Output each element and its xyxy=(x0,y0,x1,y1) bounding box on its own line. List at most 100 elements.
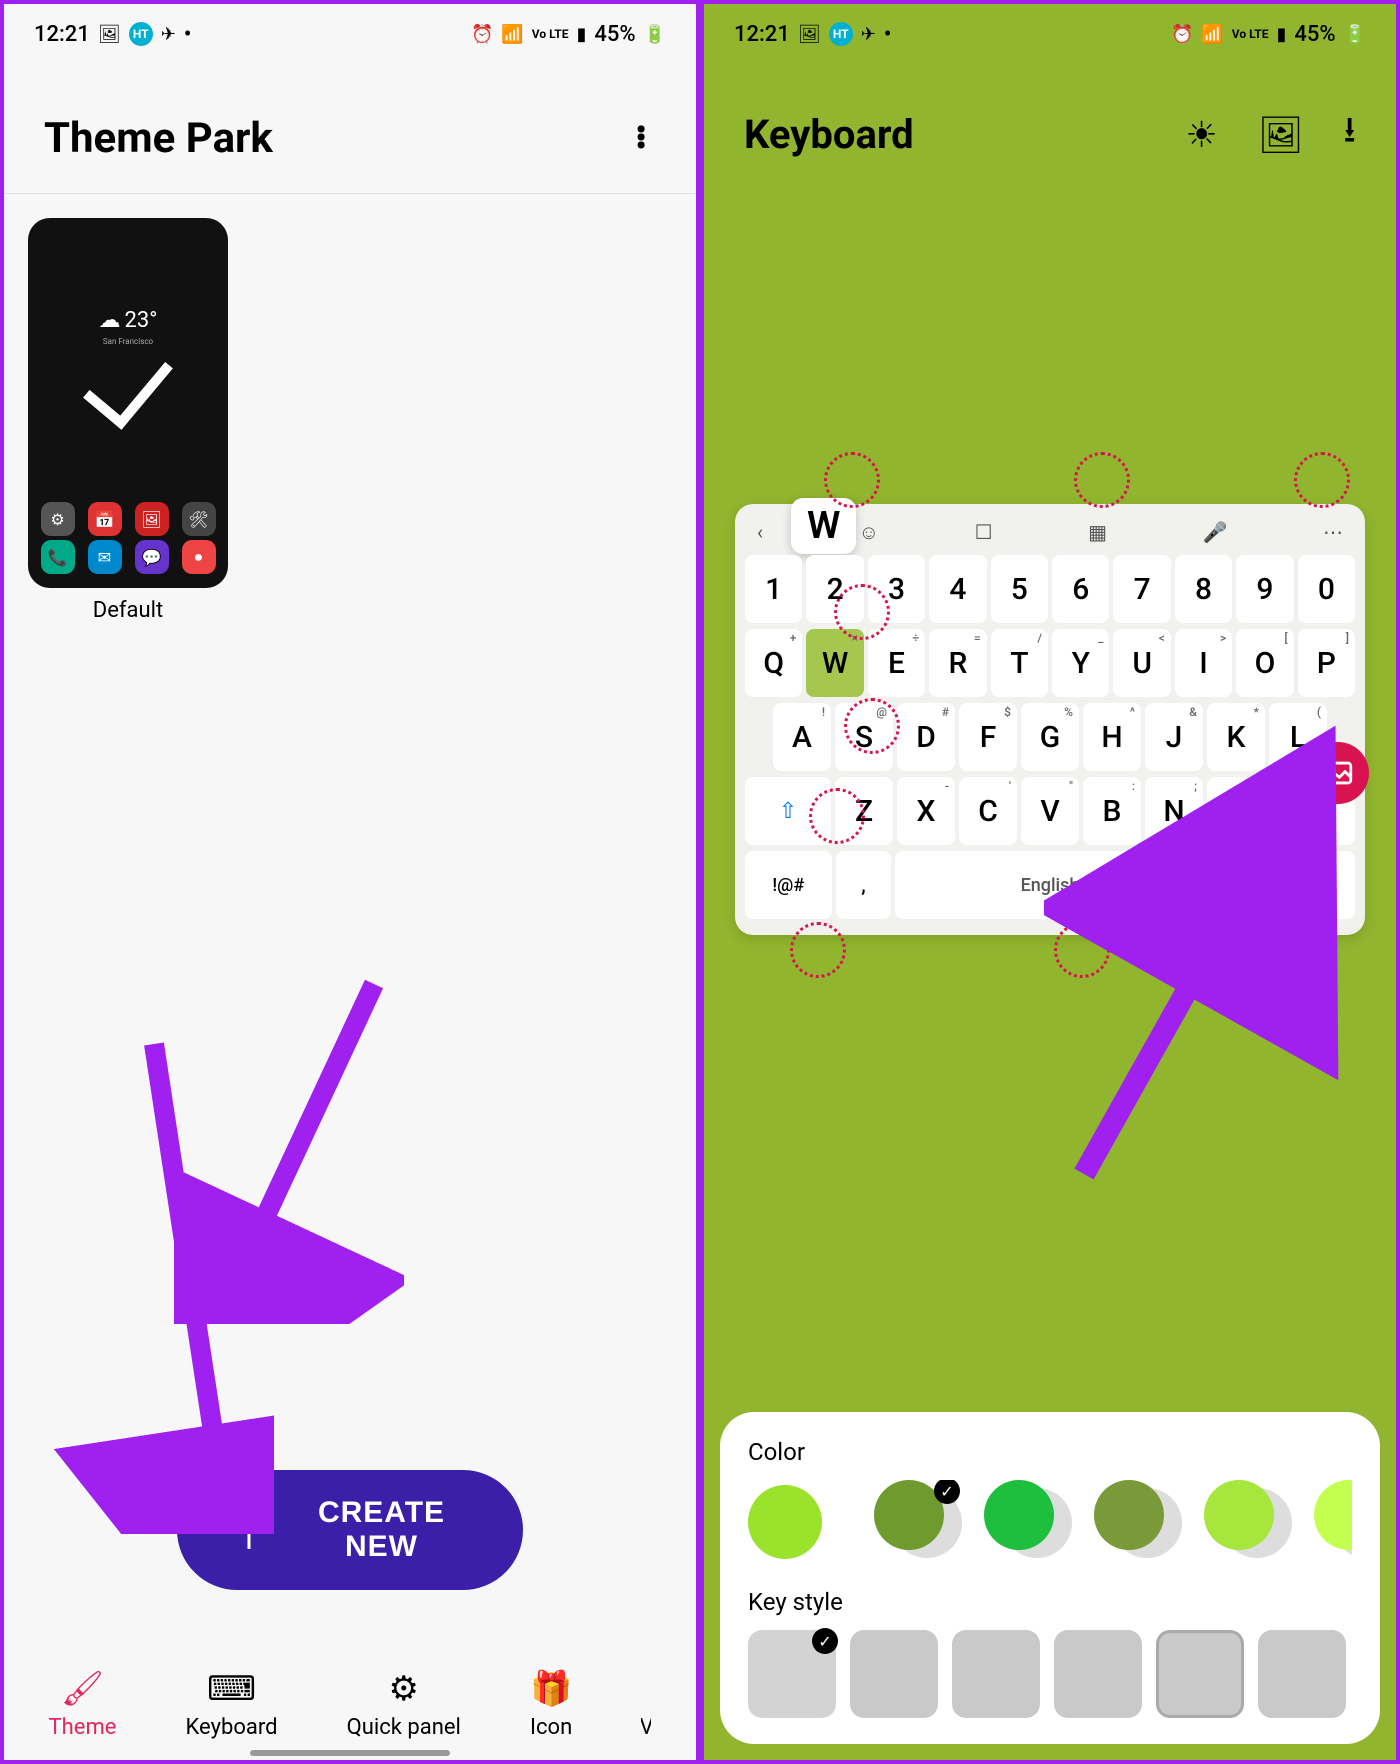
screen-keyboard-editor: 12:21 🖼 HT ✈ • ⏰ 📶 Vo LTE ▮ 45% 🔋 Keyboa… xyxy=(700,0,1400,1764)
key-d[interactable]: D# xyxy=(897,703,955,771)
key-e[interactable]: E÷ xyxy=(868,629,925,697)
key-j[interactable]: J& xyxy=(1145,703,1203,771)
key-1[interactable]: 1 xyxy=(745,555,802,623)
check-icon: ✓ xyxy=(934,1480,960,1504)
key-c[interactable]: C' xyxy=(959,777,1017,845)
key-4[interactable]: 4 xyxy=(929,555,986,623)
gallery-status-icon: 🖼 xyxy=(98,24,121,45)
keyboard-preview: ‹ ☺ ☐ ▦ 🎤 ⋯ W 1234567890 Q+W×E÷R=T/Y_U<I… xyxy=(735,504,1365,935)
key-z[interactable]: Z xyxy=(835,777,893,845)
key-3[interactable]: 3 xyxy=(868,555,925,623)
key-2[interactable]: 2 xyxy=(806,555,863,623)
nav-icon[interactable]: 🎁 Icon xyxy=(530,1669,572,1740)
toolbar-gif-icon[interactable]: ▦ xyxy=(1088,520,1107,545)
key-8[interactable]: 8 xyxy=(1175,555,1232,623)
gallery-picker-button[interactable] xyxy=(1307,742,1369,804)
key-b[interactable]: B: xyxy=(1083,777,1141,845)
symbol-key[interactable]: !@# xyxy=(745,851,832,919)
key-m[interactable]: M! xyxy=(1207,777,1265,845)
check-icon: ✓ xyxy=(812,1628,838,1654)
dot-icon: • xyxy=(184,22,192,47)
download-icon[interactable]: ⭳ xyxy=(1343,104,1356,165)
create-new-label: CREATE NEW xyxy=(290,1496,473,1564)
wifi-icon: 📶 xyxy=(1201,24,1223,45)
image-icon[interactable]: 🖼 xyxy=(1258,114,1304,156)
color-swatch-4[interactable] xyxy=(1204,1480,1288,1564)
theme-name: Default xyxy=(93,598,163,623)
checkmark-icon xyxy=(83,336,173,429)
key-q[interactable]: Q+ xyxy=(745,629,802,697)
annotation-arrow-1 xyxy=(174,964,404,1324)
screen-theme-park: 12:21 🖼 HT ✈ • ⏰ 📶 Vo LTE ▮ 45% 🔋 Theme … xyxy=(0,0,700,1764)
key-f[interactable]: F$ xyxy=(959,703,1017,771)
alarm-icon: ⏰ xyxy=(1171,24,1193,45)
battery-icon: 🔋 xyxy=(644,24,666,45)
keystyle-option-3[interactable] xyxy=(1054,1630,1142,1718)
key-v[interactable]: V" xyxy=(1021,777,1079,845)
create-new-button[interactable]: ＋ CREATE NEW xyxy=(177,1470,523,1590)
toolbar-sticker-icon[interactable]: ☐ xyxy=(975,520,993,545)
key-t[interactable]: T/ xyxy=(991,629,1048,697)
nav-keyboard[interactable]: ⌨ Keyboard xyxy=(186,1669,278,1740)
key-w[interactable]: W× xyxy=(806,629,863,697)
key-9[interactable]: 9 xyxy=(1236,555,1293,623)
key-x[interactable]: X- xyxy=(897,777,955,845)
key-a[interactable]: A! xyxy=(773,703,831,771)
key-y[interactable]: Y_ xyxy=(1052,629,1109,697)
gift-icon: 🎁 xyxy=(530,1669,572,1709)
keystyle-option-2[interactable] xyxy=(952,1630,1040,1718)
nav-quickpanel[interactable]: ⚙ Quick panel xyxy=(347,1669,461,1740)
color-swatch-3[interactable] xyxy=(1094,1480,1178,1564)
key-k[interactable]: K* xyxy=(1207,703,1265,771)
toolbar-emoji-icon[interactable]: ☺ xyxy=(859,520,879,545)
keystyle-option-0[interactable]: ✓ xyxy=(748,1630,836,1718)
space-key[interactable]: English xyxy=(895,851,1204,919)
gesture-handle[interactable] xyxy=(250,1750,450,1756)
keystyle-option-5[interactable] xyxy=(1258,1630,1346,1718)
key-6[interactable]: 6 xyxy=(1052,555,1109,623)
key-n[interactable]: N; xyxy=(1145,777,1203,845)
telegram-icon: ✈ xyxy=(861,24,876,45)
comma-key[interactable]: , xyxy=(836,851,892,919)
app-header: Theme Park ••• xyxy=(4,64,696,193)
period-key[interactable]: . xyxy=(1209,851,1265,919)
gear-icon: ⚙ xyxy=(389,1669,419,1709)
key-popup: W xyxy=(791,498,856,554)
shift-key[interactable]: ⇧ xyxy=(745,777,831,845)
key-o[interactable]: O[ xyxy=(1236,629,1293,697)
color-swatch-2[interactable] xyxy=(984,1480,1068,1564)
key-s[interactable]: S@ xyxy=(835,703,893,771)
key-0[interactable]: 0 xyxy=(1298,555,1355,623)
key-g[interactable]: G% xyxy=(1021,703,1079,771)
color-section-label: Color xyxy=(748,1438,1352,1466)
bottom-nav: 🖌 Theme ⌨ Keyboard ⚙ Quick panel 🎁 Icon … xyxy=(4,1657,696,1746)
keyboard-row-3: ⇧ ZX-C'V"B:N;M! ⌫ xyxy=(745,777,1355,845)
battery-text: 45% xyxy=(1294,22,1335,47)
key-7[interactable]: 7 xyxy=(1113,555,1170,623)
key-p[interactable]: P] xyxy=(1298,629,1355,697)
nav-theme[interactable]: 🖌 Theme xyxy=(49,1669,117,1740)
color-swatch-0[interactable] xyxy=(748,1485,822,1559)
enter-key[interactable]: ↵ xyxy=(1268,851,1355,919)
key-r[interactable]: R= xyxy=(929,629,986,697)
ht-badge-icon: HT xyxy=(129,22,153,46)
nav-more[interactable]: V xyxy=(641,1715,651,1740)
toolbar-mic-icon[interactable]: 🎤 xyxy=(1203,520,1228,545)
theme-card-default[interactable]: ☁ 23° San Francisco ⚙ 📅 🖼 🛠 📞 ✉ 💬 ● Defa… xyxy=(28,218,228,623)
key-i[interactable]: I> xyxy=(1175,629,1232,697)
keystyle-option-4[interactable] xyxy=(1156,1630,1244,1718)
brightness-icon[interactable]: ☀ xyxy=(1185,114,1217,156)
more-menu-button[interactable]: ••• xyxy=(626,127,656,151)
telegram-icon: ✈ xyxy=(161,24,176,45)
status-bar: 12:21 🖼 HT ✈ • ⏰ 📶 Vo LTE ▮ 45% 🔋 xyxy=(4,4,696,64)
status-time: 12:21 xyxy=(34,22,90,47)
key-5[interactable]: 5 xyxy=(991,555,1048,623)
key-u[interactable]: U< xyxy=(1113,629,1170,697)
key-h[interactable]: H^ xyxy=(1083,703,1141,771)
color-swatch-5[interactable] xyxy=(1314,1480,1352,1564)
paint-roller-icon: 🖌 xyxy=(61,1669,104,1709)
toolbar-expand-icon[interactable]: ‹ xyxy=(757,520,763,545)
toolbar-more-icon[interactable]: ⋯ xyxy=(1323,520,1343,545)
keystyle-option-1[interactable] xyxy=(850,1630,938,1718)
color-swatch-1[interactable]: ✓ xyxy=(874,1480,958,1564)
